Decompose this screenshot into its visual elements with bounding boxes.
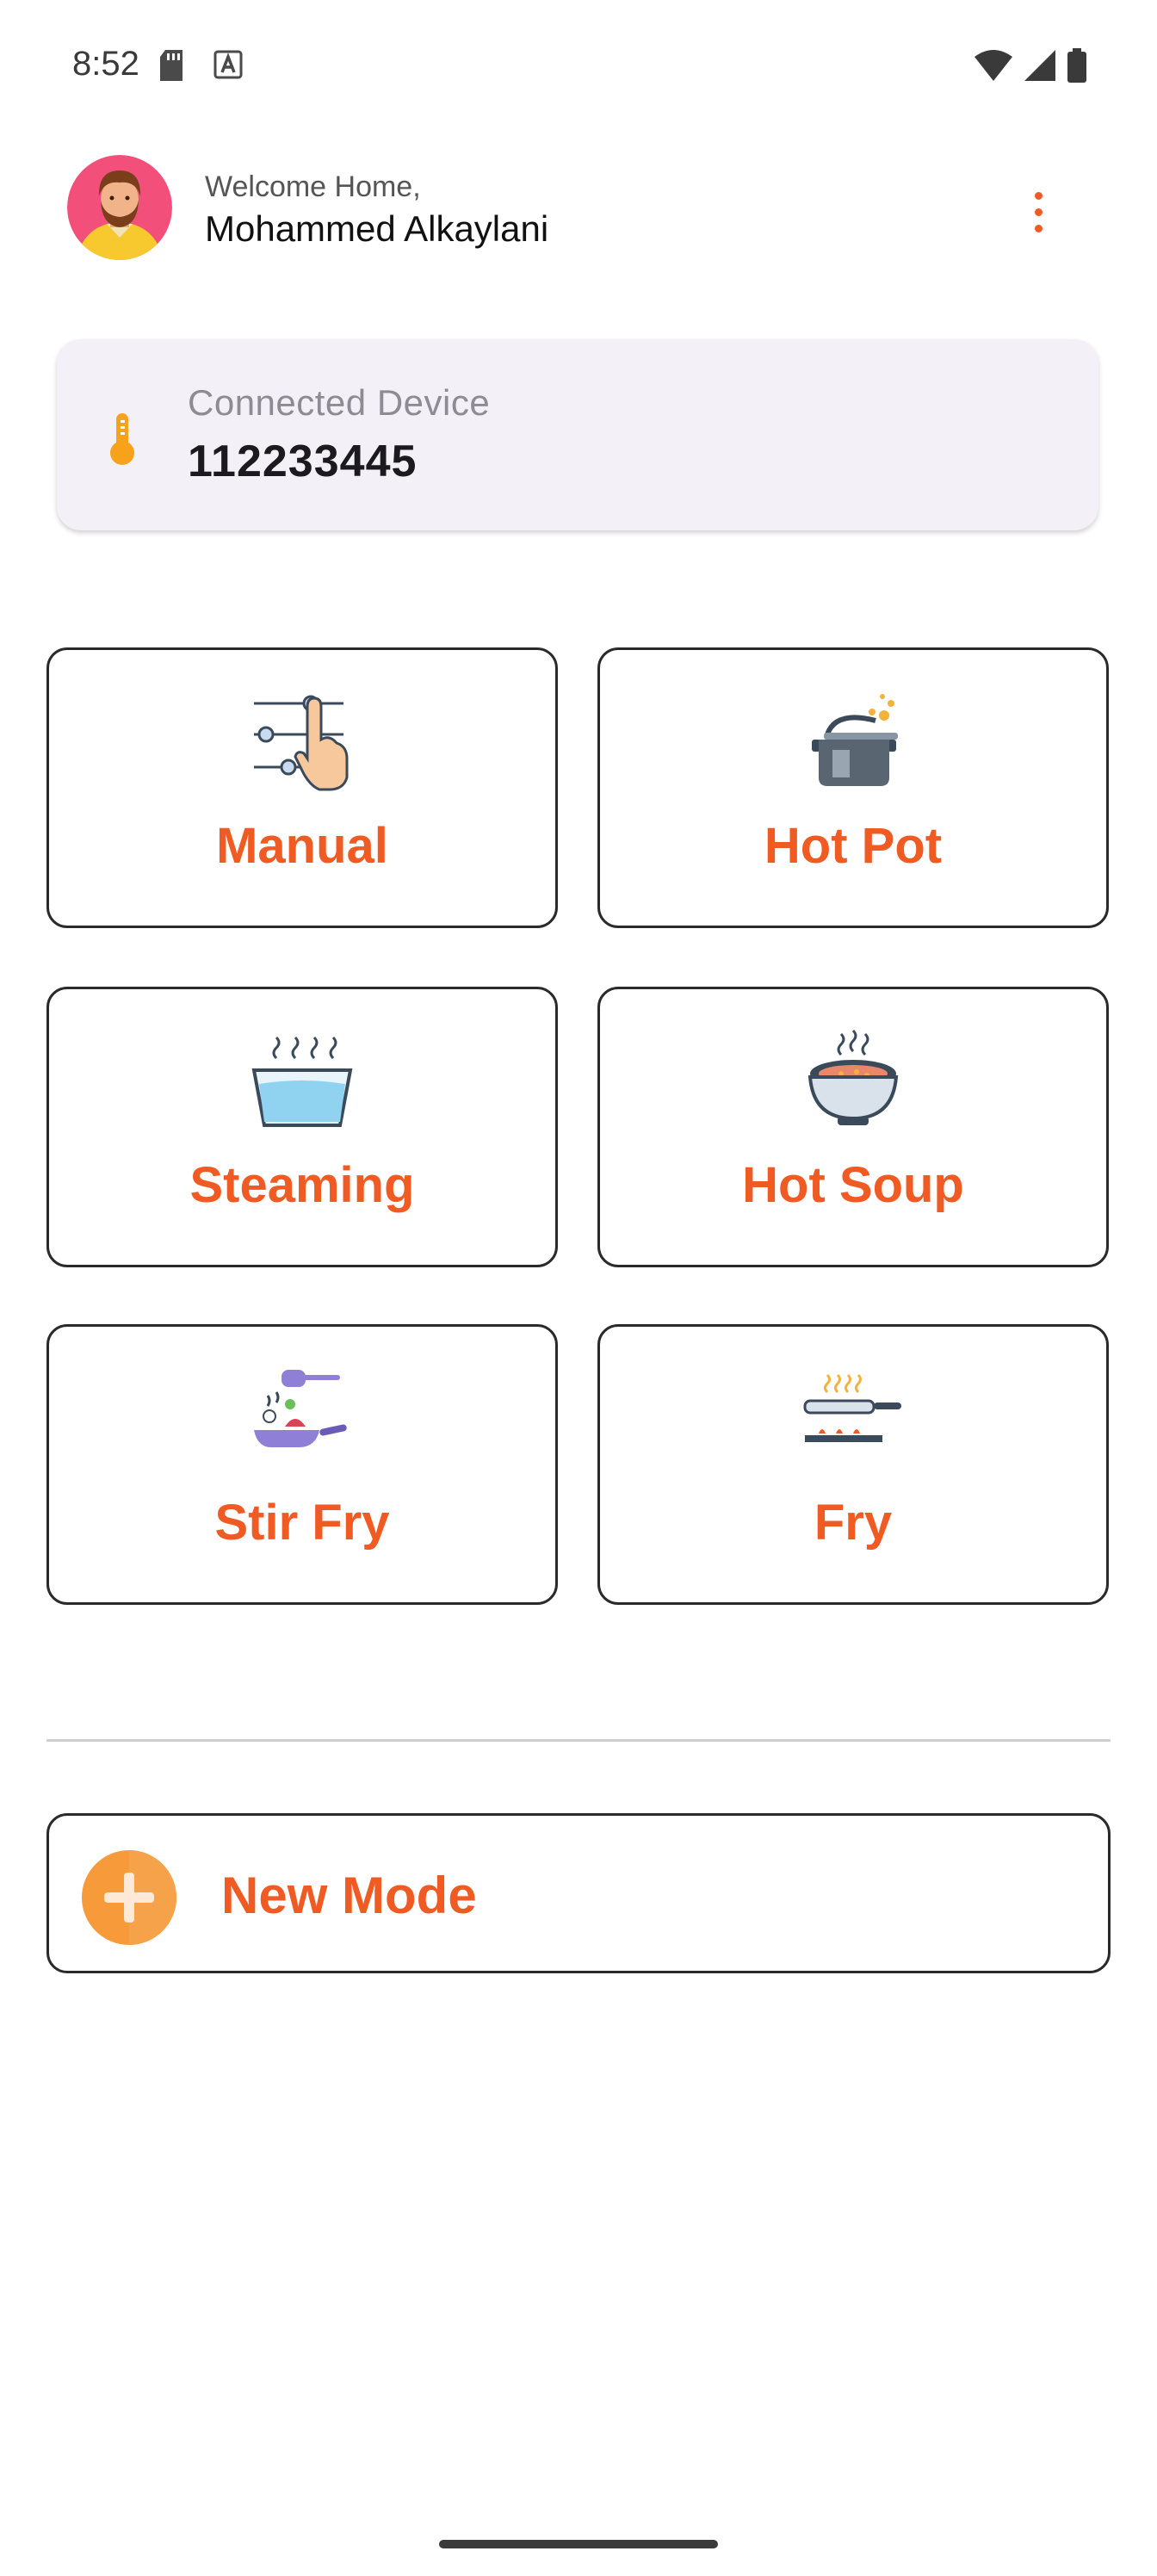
connected-device-card[interactable]: Connected Device 112233445 (57, 339, 1098, 530)
cellular-icon (1024, 50, 1055, 81)
device-id: 112233445 (188, 437, 418, 486)
hot-soup-icon (807, 1029, 899, 1125)
welcome-text: Welcome Home, (205, 170, 421, 203)
mode-label: Manual (216, 818, 388, 874)
stir-fry-icon (254, 1370, 347, 1447)
divider (46, 1739, 1111, 1742)
wifi-icon (974, 50, 1012, 81)
new-mode-button[interactable]: New Mode (46, 1813, 1111, 1973)
status-time: 8:52 (72, 45, 139, 83)
mode-card-hot-soup[interactable]: Hot Soup (597, 987, 1109, 1267)
mode-card-hot-pot[interactable]: Hot Pot (597, 647, 1109, 928)
mode-label: Steaming (189, 1157, 415, 1213)
fry-pan-icon (803, 1373, 901, 1442)
steaming-icon (251, 1036, 353, 1127)
mode-label: Hot Pot (764, 818, 943, 874)
hot-pot-icon (812, 694, 898, 786)
plus-circle-icon (82, 1850, 176, 1945)
mode-label: Hot Soup (742, 1157, 964, 1213)
new-mode-label: New Mode (221, 1867, 477, 1924)
mode-card-fry[interactable]: Fry (597, 1324, 1109, 1605)
thermometer-icon (110, 413, 134, 465)
battery-icon (1067, 48, 1086, 83)
device-label: Connected Device (188, 382, 491, 423)
avatar-image (67, 155, 172, 260)
username: Mohammed Alkaylani (205, 208, 549, 249)
text-a-icon (213, 50, 243, 79)
mode-label: Stir Fry (214, 1495, 390, 1551)
mode-card-stir-fry[interactable]: Stir Fry (46, 1324, 558, 1605)
mode-label: Fry (814, 1495, 893, 1551)
mode-card-steaming[interactable]: Steaming (46, 987, 558, 1267)
avatar[interactable] (67, 155, 172, 260)
status-bar: 8:52 (0, 0, 1157, 138)
mode-card-manual[interactable]: Manual (46, 647, 558, 928)
manual-sliders-icon (254, 695, 349, 791)
sd-card-icon (160, 50, 183, 81)
more-vert-icon[interactable] (1014, 181, 1062, 243)
home-indicator[interactable] (439, 2540, 718, 2548)
header: Welcome Home, Mohammed Alkaylani (0, 155, 1157, 267)
